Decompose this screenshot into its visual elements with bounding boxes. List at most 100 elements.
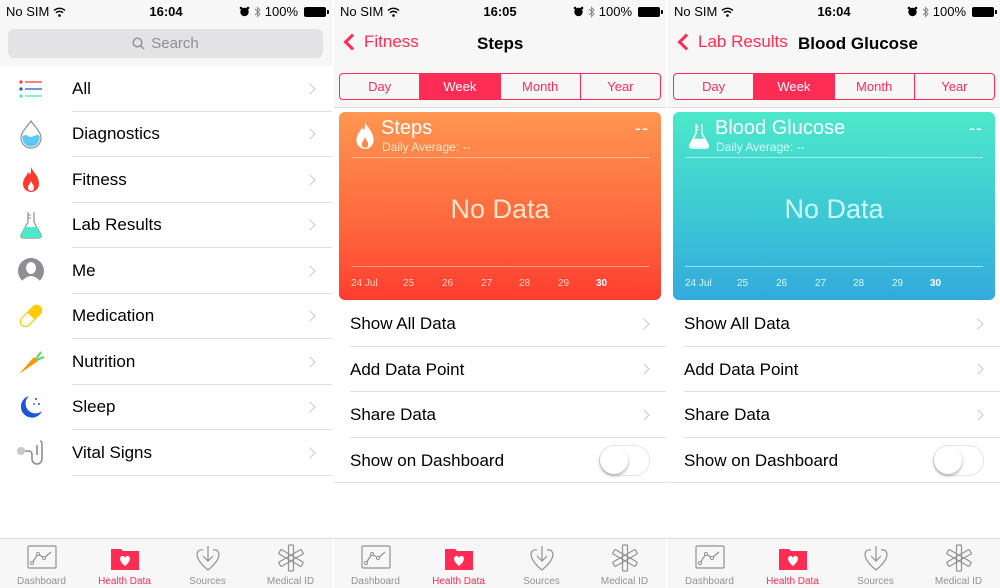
category-sleep[interactable]: Sleep (0, 385, 332, 431)
tab-sources[interactable]: Sources (834, 539, 917, 588)
tab-dashboard[interactable]: Dashboard (334, 539, 417, 588)
health-folder-icon (778, 549, 807, 570)
chevron-right-icon (304, 310, 316, 322)
tab-medical-id[interactable]: Medical ID (917, 539, 1000, 588)
card-title: Blood Glucose (715, 117, 846, 139)
add-data-point-row[interactable]: Add Data Point (334, 347, 666, 393)
row-label: Show on Dashboard (684, 450, 839, 470)
search-header: Search (0, 22, 332, 66)
segment-week[interactable]: Week (754, 74, 835, 99)
tab-health-data[interactable]: Health Data (751, 539, 834, 588)
chevron-right-icon (304, 219, 316, 231)
dashboard-chart-icon (694, 545, 725, 569)
row-label: Share Data (350, 405, 436, 424)
row-label: Share Data (684, 405, 770, 424)
add-data-point-row[interactable]: Add Data Point (668, 347, 1000, 393)
health-folder-icon (444, 549, 473, 570)
card-daily-average: Daily Average: -- (382, 140, 471, 154)
segment-day[interactable]: Day (674, 74, 755, 99)
sources-heart-download-icon (195, 546, 220, 571)
actions-list: Show All Data Add Data Point Share Data … (334, 301, 666, 483)
chevron-right-icon (972, 318, 984, 330)
page-title: Steps (477, 34, 524, 53)
category-label: Fitness (72, 169, 127, 189)
category-all[interactable]: All (0, 66, 332, 112)
carrot-icon (16, 347, 46, 377)
tab-label: Sources (189, 576, 226, 587)
segment-year[interactable]: Year (915, 74, 994, 99)
show-all-data-row[interactable]: Show All Data (668, 301, 1000, 347)
person-icon (16, 256, 46, 286)
category-vital-signs[interactable]: Vital Signs (0, 430, 332, 476)
bluetooth-icon (922, 5, 929, 18)
medical-asterisk-icon (277, 544, 304, 572)
flask-icon (688, 124, 710, 149)
row-label: Show on Dashboard (350, 450, 505, 470)
category-me[interactable]: Me (0, 248, 332, 294)
tab-label: Health Data (98, 576, 151, 587)
tab-bar: Dashboard Health Data Sources Medical ID (668, 538, 1000, 588)
tab-label: Dashboard (17, 576, 66, 587)
tab-dashboard[interactable]: Dashboard (668, 539, 751, 588)
search-input[interactable]: Search (8, 29, 323, 58)
tab-sources[interactable]: Sources (500, 539, 583, 588)
sources-heart-download-icon (529, 546, 554, 571)
chevron-right-icon (304, 83, 316, 95)
alarm-icon (907, 6, 918, 17)
blood-glucose-chart-card: Blood Glucose Daily Average: -- -- No Da… (673, 112, 995, 300)
share-data-row[interactable]: Share Data (334, 392, 666, 438)
chart-top-gridline (685, 157, 983, 158)
tab-medical-id[interactable]: Medical ID (249, 539, 332, 588)
segment-day[interactable]: Day (340, 74, 421, 99)
show-all-data-row[interactable]: Show All Data (334, 301, 666, 347)
tab-medical-id[interactable]: Medical ID (583, 539, 666, 588)
bluetooth-icon (588, 5, 595, 18)
show-on-dashboard-toggle[interactable] (599, 444, 650, 476)
category-lab-results[interactable]: Lab Results (0, 203, 332, 249)
category-label: Medication (72, 306, 155, 326)
category-medication[interactable]: Medication (0, 294, 332, 340)
stethoscope-icon (16, 438, 46, 468)
show-on-dashboard-toggle[interactable] (933, 444, 984, 476)
blood-glucose-detail-screen: No SIM 16:04 100% Lab Results Blood Gluc… (668, 0, 1000, 588)
category-label: Me (72, 260, 96, 280)
tab-dashboard[interactable]: Dashboard (0, 539, 83, 588)
search-icon (132, 37, 145, 50)
segment-month[interactable]: Month (501, 74, 581, 99)
segment-year[interactable]: Year (581, 74, 660, 99)
nav-bar: Fitness Steps (334, 22, 666, 66)
tab-label: Sources (857, 576, 894, 587)
x-tick-current: 30 (596, 278, 608, 289)
chevron-right-icon (304, 128, 316, 140)
period-segmented-control: Day Week Month Year (339, 73, 661, 100)
back-button[interactable]: Fitness (342, 32, 419, 52)
pill-icon (16, 301, 46, 331)
category-label: Nutrition (72, 351, 136, 371)
show-on-dashboard-row: Show on Dashboard (668, 438, 1000, 484)
tab-label: Sources (523, 576, 560, 587)
x-tick: 28 (853, 278, 865, 289)
flame-icon (16, 165, 46, 195)
x-tick-current: 30 (930, 278, 942, 289)
share-data-row[interactable]: Share Data (668, 392, 1000, 438)
chevron-right-icon (304, 265, 316, 277)
card-value: -- (635, 118, 649, 138)
tab-health-data[interactable]: Health Data (83, 539, 166, 588)
back-button[interactable]: Lab Results (676, 32, 788, 52)
category-diagnostics[interactable]: Diagnostics (0, 112, 332, 158)
actions-list: Show All Data Add Data Point Share Data … (668, 301, 1000, 483)
segment-month[interactable]: Month (835, 74, 915, 99)
category-fitness[interactable]: Fitness (0, 157, 332, 203)
segment-week[interactable]: Week (420, 74, 501, 99)
chevron-left-icon (343, 33, 361, 51)
water-drop-icon (16, 119, 46, 149)
tab-label: Dashboard (351, 576, 400, 587)
chart-top-gridline (351, 157, 649, 158)
x-tick: 25 (403, 278, 415, 289)
tab-label: Dashboard (685, 576, 734, 587)
tab-health-data[interactable]: Health Data (417, 539, 500, 588)
category-label: Sleep (72, 397, 116, 417)
category-nutrition[interactable]: Nutrition (0, 339, 332, 385)
tab-label: Medical ID (266, 576, 315, 587)
tab-sources[interactable]: Sources (166, 539, 249, 588)
